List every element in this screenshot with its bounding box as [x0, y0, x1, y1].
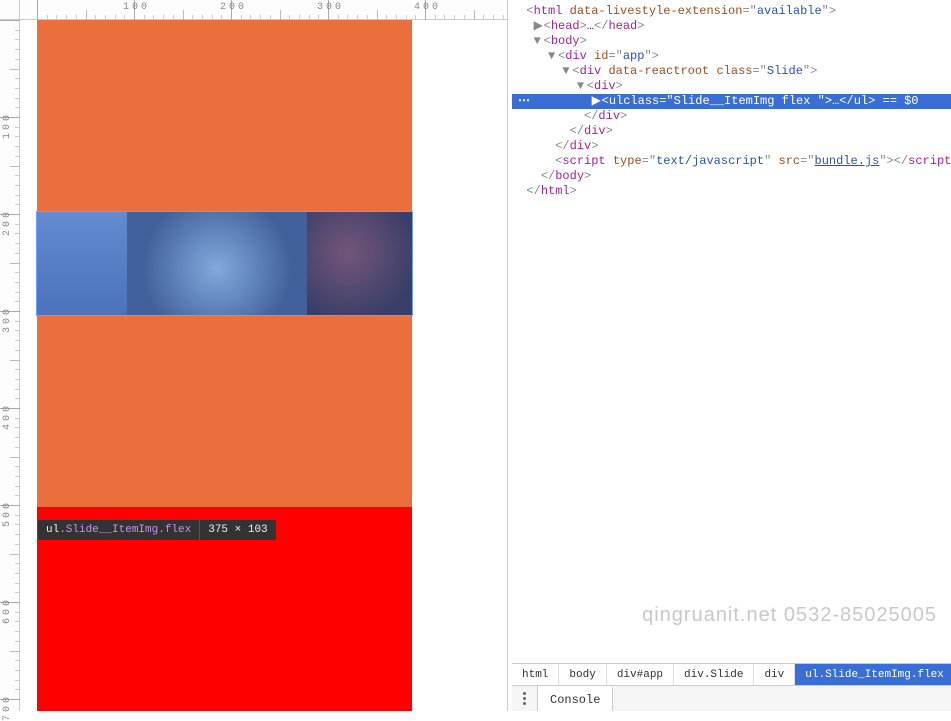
selected-line-gutter-icon[interactable]: ⋯	[512, 94, 534, 109]
ruler-vertical: 100200300400500600700	[0, 20, 20, 711]
device-frame	[37, 20, 412, 711]
inspect-tooltip-size: 375 × 103	[199, 520, 275, 540]
dom-node-ul-selected[interactable]: ⋯ ▶<ul class="Slide__ItemImg flex ">…</u…	[512, 94, 951, 109]
dom-node-div-slide[interactable]: ▼<div data-reactroot class="Slide">	[512, 64, 951, 79]
dom-node-div-close-2[interactable]: </div>	[512, 124, 951, 139]
dom-node-div-close-3[interactable]: </div>	[512, 139, 951, 154]
drawer-tab-console[interactable]: Console	[538, 686, 613, 711]
elements-dom-tree[interactable]: <html data-livestyle-extension="availabl…	[512, 0, 951, 663]
dom-node-html-open[interactable]: <html data-livestyle-extension="availabl…	[512, 4, 951, 19]
breadcrumb-div-app[interactable]: div#app	[607, 664, 674, 685]
dom-node-div-plain[interactable]: ▼<div>	[512, 79, 951, 94]
dom-node-script[interactable]: <script type="text/javascript" src="bund…	[512, 154, 951, 169]
dom-node-body-close[interactable]: </body>	[512, 169, 951, 184]
ruler-corner	[0, 0, 20, 20]
tooltip-classes: .Slide__ItemImg.flex	[59, 524, 191, 536]
slide-thumb-3[interactable]	[307, 212, 412, 315]
rendered-viewport-pane: 100200300400 100200300400500600700 ul.Sl…	[0, 0, 508, 711]
elements-breadcrumb-bar[interactable]: htmlbodydiv#appdiv.Slidedivul.Slide_Item…	[512, 663, 951, 685]
dom-node-body-open[interactable]: ▼<body>	[512, 34, 951, 49]
breadcrumb-div-slide[interactable]: div.Slide	[674, 664, 754, 685]
breadcrumb-ul-slide-itemimg-flex[interactable]: ul.Slide_ItemImg.flex	[795, 664, 951, 685]
breadcrumb-html[interactable]: html	[512, 664, 559, 685]
dom-node-html-close[interactable]: </html>	[512, 184, 951, 199]
inspect-tooltip-selector: ul.Slide__ItemImg.flex	[38, 520, 199, 540]
ruler-horizontal: 100200300400	[20, 0, 507, 20]
breadcrumb-div[interactable]: div	[754, 664, 795, 685]
tooltip-tag: ul	[46, 524, 59, 536]
dom-node-div-app[interactable]: ▼<div id="app">	[512, 49, 951, 64]
drawer-tab-bar[interactable]: Console	[512, 685, 951, 711]
slide-item-img-list[interactable]	[37, 212, 412, 315]
devtools-pane: <html data-livestyle-extension="availabl…	[512, 0, 951, 711]
dom-node-head[interactable]: ▶<head>…</head>	[512, 19, 951, 34]
inspect-dimension-tooltip: ul.Slide__ItemImg.flex 375 × 103	[38, 520, 276, 540]
script-src-link[interactable]: bundle.js	[815, 154, 880, 168]
slide-thumb-1[interactable]	[37, 212, 127, 315]
dom-node-div-close-1[interactable]: </div>	[512, 109, 951, 124]
slide-thumb-2[interactable]	[127, 212, 307, 315]
breadcrumb-body[interactable]: body	[559, 664, 606, 685]
drawer-menu-icon[interactable]	[512, 686, 538, 711]
canvas-area: ul.Slide__ItemImg.flex 375 × 103	[20, 20, 507, 711]
